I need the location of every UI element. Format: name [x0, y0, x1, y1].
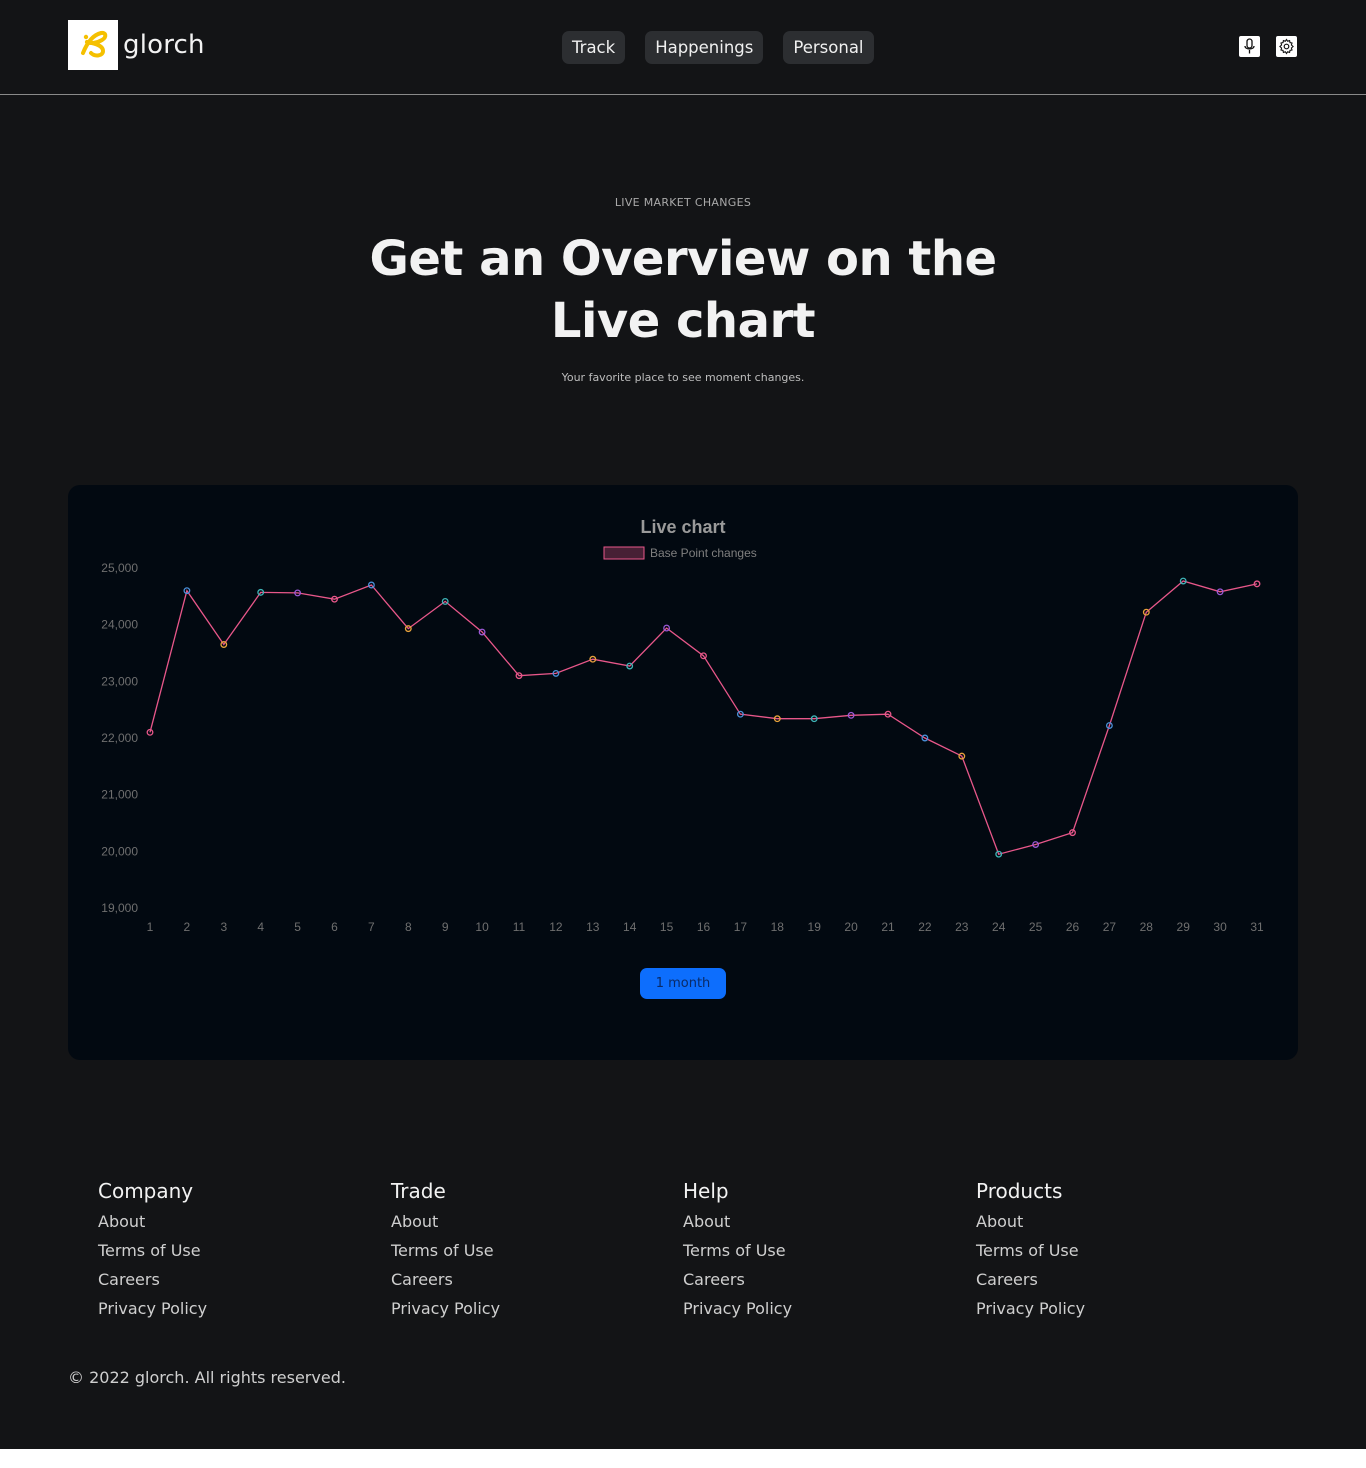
footer-link-privacy[interactable]: Privacy Policy [976, 1294, 1236, 1323]
y-tick-label: 19,000 [101, 901, 138, 915]
x-tick-label: 17 [734, 920, 748, 934]
footer-link-privacy[interactable]: Privacy Policy [98, 1294, 358, 1323]
x-tick-label: 3 [220, 920, 227, 934]
settings-icon [1279, 38, 1294, 55]
y-tick-label: 21,000 [101, 788, 138, 802]
logo[interactable] [68, 20, 118, 70]
live-chart[interactable]: Live chart Base Point changes 25,000 24,000… [68, 485, 1298, 955]
x-tick-label: 4 [257, 920, 264, 934]
x-tick-label: 19 [808, 920, 822, 934]
nav-track[interactable]: Track [562, 31, 626, 64]
page: glorch Track Happenings Personal LIVE MA… [0, 0, 1366, 1449]
x-tick-label: 15 [660, 920, 674, 934]
x-tick-label: 29 [1177, 920, 1191, 934]
chart-title: Live chart [640, 517, 725, 537]
x-tick-label: 24 [992, 920, 1006, 934]
y-tick-label: 25,000 [101, 561, 138, 575]
footer-link-privacy[interactable]: Privacy Policy [683, 1294, 943, 1323]
footer-link-careers[interactable]: Careers [98, 1265, 358, 1294]
x-tick-label: 28 [1140, 920, 1154, 934]
footer-heading: Trade [391, 1179, 446, 1203]
x-tick-label: 18 [771, 920, 785, 934]
hero-subtitle: Your favorite place to see moment change… [561, 371, 805, 384]
logo-mark-icon [81, 30, 108, 58]
x-tick-label: 16 [697, 920, 711, 934]
x-tick-label: 23 [955, 920, 969, 934]
settings-button[interactable] [1276, 36, 1297, 57]
hero-eyebrow: LIVE MARKET CHANGES [614, 196, 752, 209]
x-tick-label: 13 [586, 920, 600, 934]
footer-column-products: Products About Terms of Use Careers Priv… [976, 1178, 1236, 1323]
x-tick-label: 21 [881, 920, 895, 934]
x-tick-label: 5 [294, 920, 301, 934]
nav-happenings[interactable]: Happenings [645, 31, 764, 64]
legend-swatch [603, 546, 645, 560]
chart-card: Live chart Base Point changes 25,000 24,000… [68, 485, 1298, 1060]
x-tick-label: 9 [442, 920, 449, 934]
x-tick-label: 30 [1213, 920, 1227, 934]
x-tick-label: 27 [1103, 920, 1117, 934]
y-tick-label: 20,000 [101, 844, 138, 858]
x-tick-label: 31 [1250, 920, 1264, 934]
series-line [149, 580, 1258, 855]
hero-title-line1: Get an Overview on the [369, 231, 997, 287]
footer-link-about[interactable]: About [98, 1207, 358, 1236]
footer-link-terms[interactable]: Terms of Use [683, 1236, 943, 1265]
x-tick-label: 20 [844, 920, 858, 934]
site-header: glorch Track Happenings Personal [0, 0, 1366, 95]
footer-heading: Company [98, 1179, 194, 1203]
x-tick-label: 7 [368, 920, 375, 934]
main-nav: Track Happenings Personal [562, 31, 874, 64]
x-tick-label: 26 [1066, 920, 1080, 934]
x-tick-label: 8 [405, 920, 412, 934]
footer-link-terms[interactable]: Terms of Use [976, 1236, 1236, 1265]
x-tick-label: 25 [1029, 920, 1043, 934]
x-tick-label: 1 [147, 920, 154, 934]
footer-link-privacy[interactable]: Privacy Policy [391, 1294, 651, 1323]
x-tick-label: 12 [549, 920, 563, 934]
footer-link-about[interactable]: About [976, 1207, 1236, 1236]
copyright: © 2022 glorch. All rights reserved. [68, 1368, 346, 1387]
nav-personal[interactable]: Personal [783, 31, 874, 64]
x-tick-label: 11 [513, 920, 526, 934]
x-tick-label: 14 [623, 920, 637, 934]
y-tick-label: 23,000 [101, 674, 138, 688]
range-1-month-button[interactable]: 1 month [640, 968, 726, 999]
x-tick-label: 6 [331, 920, 338, 934]
footer-column-help: Help About Terms of Use Careers Privacy … [683, 1178, 943, 1323]
x-tick-label: 10 [475, 920, 489, 934]
footer-link-terms[interactable]: Terms of Use [98, 1236, 358, 1265]
footer-link-careers[interactable]: Careers [976, 1265, 1236, 1294]
footer-link-careers[interactable]: Careers [683, 1265, 943, 1294]
x-tick-label: 22 [918, 920, 932, 934]
footer-link-about[interactable]: About [683, 1207, 943, 1236]
footer-column-trade: Trade About Terms of Use Careers Privacy… [391, 1178, 651, 1323]
footer-link-about[interactable]: About [391, 1207, 651, 1236]
hero-title: Get an Overview on the Live chart [0, 228, 1366, 352]
microphone-icon [1244, 38, 1255, 54]
legend-label: Base Point changes [650, 546, 757, 560]
x-tick-label: 2 [184, 920, 191, 934]
footer-column-company: Company About Terms of Use Careers Priva… [98, 1178, 358, 1323]
footer-link-terms[interactable]: Terms of Use [391, 1236, 651, 1265]
footer-link-careers[interactable]: Careers [391, 1265, 651, 1294]
y-tick-label: 24,000 [101, 618, 138, 632]
footer-heading: Help [683, 1179, 729, 1203]
hero-title-line2: Live chart [550, 293, 816, 349]
microphone-button[interactable] [1239, 36, 1260, 57]
brand-name[interactable]: glorch [123, 30, 205, 60]
y-tick-label: 22,000 [101, 731, 138, 745]
footer-heading: Products [976, 1179, 1063, 1203]
